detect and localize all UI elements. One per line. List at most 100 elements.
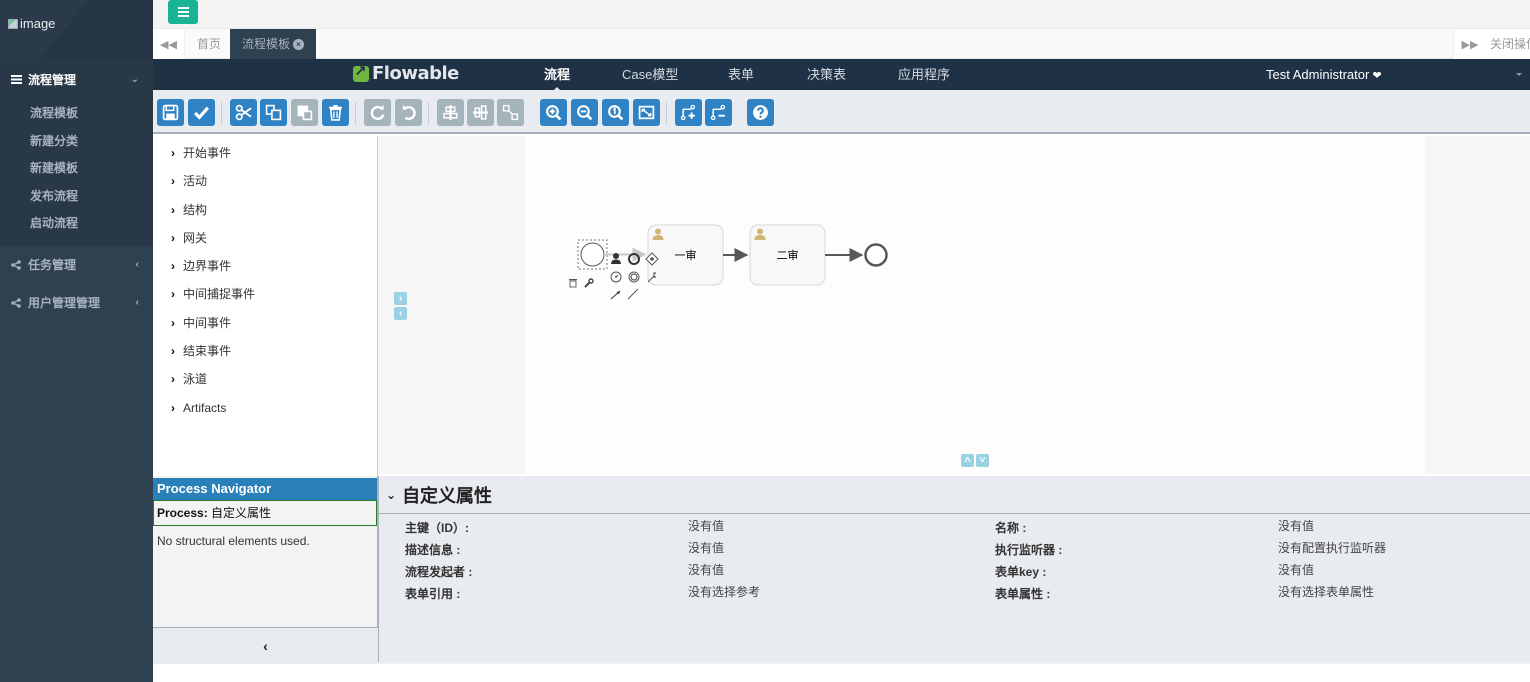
collapse-left-button[interactable]: ‹ [394,307,407,320]
association-icon[interactable] [627,288,639,300]
save-button[interactable] [157,99,184,126]
navigator-collapse-button[interactable]: ‹ [153,627,378,664]
properties-panel: ⌄ 自定义属性 主键（ID）: 没有值 描述信息 : 没有值 流程发起者 : 没… [378,476,1530,662]
nav-process[interactable]: 流程 [544,59,570,91]
nav-decision-tables[interactable]: 决策表 [807,59,846,90]
copy-button[interactable] [260,99,287,126]
property-form-properties[interactable]: 表单属性 : [995,583,1050,605]
sidebar-group-user-header[interactable]: 用户管理管理 ‹ [0,284,153,322]
remove-bendpoint-icon [710,104,726,121]
chevron-right-icon: › [171,146,175,160]
property-name-value[interactable]: 没有值 [1278,515,1314,537]
timer-event-icon[interactable] [610,271,622,283]
same-size-button[interactable] [497,99,524,126]
chevron-right-icon: › [171,372,175,387]
undo-button[interactable] [395,99,422,126]
remove-bendpoint-button[interactable] [705,99,732,126]
validate-button[interactable] [188,99,215,126]
bpmn-diagram[interactable]: 一审 二审 [525,136,1425,474]
help-button[interactable] [747,99,774,126]
delete-button[interactable] [322,99,349,126]
palette-group-artifacts[interactable]: › Artifacts [153,394,377,422]
cut-button[interactable] [230,99,257,126]
property-name[interactable]: 名称 : [995,517,1026,539]
add-bendpoint-button[interactable] [675,99,702,126]
align-horizontal-button[interactable] [437,99,464,126]
sidebar-item-start-process[interactable]: 启动流程 [0,210,153,238]
palette-group-boundary-events[interactable]: › 边界事件 [153,252,377,280]
user-menu[interactable]: Test Administrator ❤ [1266,59,1382,90]
property-form-reference-value[interactable]: 没有选择参考 [688,581,760,603]
zoom-fit-button[interactable] [633,99,660,126]
nav-case-model[interactable]: Case模型 [622,59,678,90]
menu-toggle-button[interactable] [168,0,198,24]
property-initiator-value[interactable]: 没有值 [688,559,724,581]
nav-apps[interactable]: 应用程序 [898,59,950,90]
expand-right-button[interactable]: › [394,292,407,305]
nav-forms[interactable]: 表单 [728,59,754,90]
zoom-in-button[interactable] [540,99,567,126]
scroll-up-button[interactable]: ˄ [961,454,974,467]
palette-group-activities[interactable]: › 活动 [153,167,377,195]
scroll-down-button[interactable]: ˅ [976,454,989,467]
property-execution-listeners-value[interactable]: 没有配置执行监听器 [1278,537,1386,559]
palette-group-structural[interactable]: › 结构 [153,196,377,224]
chevron-right-icon: › [171,202,175,217]
chevron-down-icon: ˅ [979,455,986,466]
chevron-right-icon: › [171,259,175,274]
close-operations-button[interactable]: 关闭操作 [1486,29,1530,59]
caret-down-icon[interactable] [1516,73,1522,76]
chevron-right-icon: › [171,230,175,245]
tab-scroll-right-button[interactable]: ▶▶ [1453,29,1486,59]
end-event-icon[interactable] [628,271,640,283]
tab-close-icon[interactable]: × [293,39,305,51]
palette-group-start-events[interactable]: › 开始事件 [153,139,377,167]
sidebar-item-process-template[interactable]: 流程模板 [0,100,153,128]
palette-group-intermediate-events[interactable]: › 中间事件 [153,309,377,337]
flowable-logo[interactable]: Flowable [353,62,459,83]
palette-group-swimlanes[interactable]: › 泳道 [153,365,377,393]
align-vertical-button[interactable] [467,99,494,126]
redo-button[interactable] [364,99,391,126]
tab-process-template[interactable]: 流程模板 × [230,29,317,59]
delete-icon[interactable] [569,279,577,288]
properties-header[interactable]: ⌄ 自定义属性 [379,476,1530,514]
property-form-reference[interactable]: 表单引用 : [405,583,460,605]
navigator-process-item[interactable]: Process: 自定义属性 [153,500,377,526]
property-description-value[interactable]: 没有值 [688,537,724,559]
user-task-2[interactable]: 二审 [749,224,826,286]
diagram-canvas[interactable]: 一审 二审 [525,136,1425,474]
palette-group-end-events[interactable]: › 结束事件 [153,337,377,365]
tab-home[interactable]: 首页 [185,29,233,59]
end-event[interactable] [864,243,888,267]
property-form-key[interactable]: 表单key : [995,561,1046,583]
property-id[interactable]: 主键（ID）: [405,517,469,539]
property-execution-listeners[interactable]: 执行监听器 : [995,539,1062,561]
bottom-strip [378,662,1530,682]
property-form-key-value[interactable]: 没有值 [1278,559,1314,581]
sidebar-item-publish-process[interactable]: 发布流程 [0,183,153,211]
copy-icon [265,104,282,121]
property-id-value[interactable]: 没有值 [688,515,724,537]
property-description[interactable]: 描述信息 : [405,539,460,561]
sidebar-item-new-category[interactable]: 新建分类 [0,128,153,156]
tab-scroll-left-button[interactable]: ◀◀ [153,29,185,59]
palette-group-gateways[interactable]: › 网关 [153,224,377,252]
scissors-icon [235,104,252,121]
palette-group-catching-events[interactable]: › 中间捕捉事件 [153,280,377,308]
chevron-left-icon: ‹ [135,259,139,270]
zoom-actual-button[interactable] [602,99,629,126]
start-event[interactable] [580,242,605,267]
sequence-flow-icon[interactable] [610,290,621,300]
user-task-1[interactable]: 一审 [647,224,724,286]
zoom-out-button[interactable] [571,99,598,126]
wrench-icon[interactable] [584,278,594,288]
trash-icon [329,105,342,121]
property-initiator[interactable]: 流程发起者 : [405,561,472,583]
undo-icon [402,105,416,121]
property-form-properties-value[interactable]: 没有选择表单属性 [1278,581,1374,603]
paste-button[interactable] [291,99,318,126]
sidebar-item-new-template[interactable]: 新建模板 [0,155,153,183]
sidebar-group-process-header[interactable]: 流程管理 ⌄ [0,58,153,100]
sidebar-group-task-header[interactable]: 任务管理 ‹ [0,246,153,284]
